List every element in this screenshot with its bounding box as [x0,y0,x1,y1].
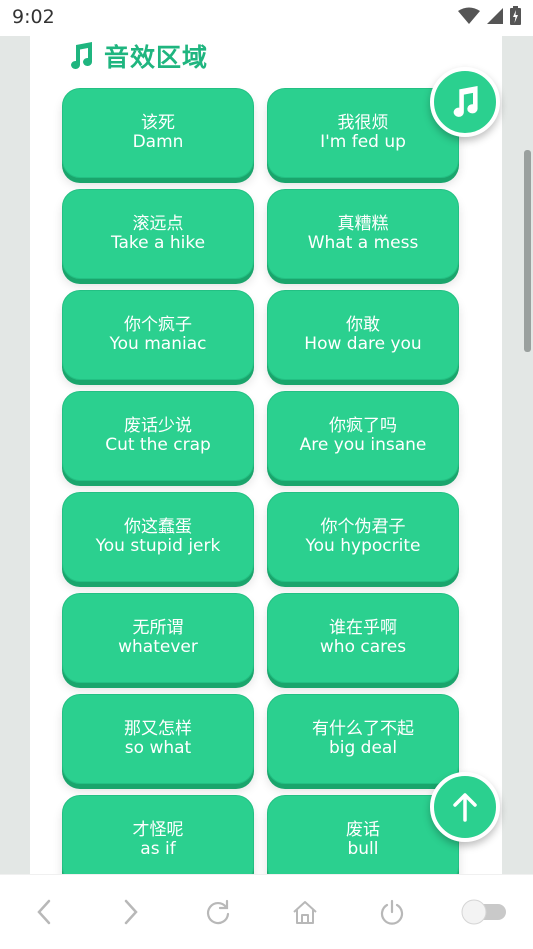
home-icon [293,901,317,924]
sound-label-cn: 你敢 [346,315,380,335]
scroll-top-button[interactable] [430,772,500,842]
forward-icon [124,899,138,925]
sound-button[interactable]: 你个伪君子 You hypocrite [267,492,459,582]
status-time: 9:02 [12,6,55,28]
sound-label-cn: 那又怎样 [124,719,192,739]
sound-label-en: whatever [118,637,198,657]
sound-label-cn: 你个伪君子 [320,517,406,537]
sound-effects-card: 音效区域 该死 Damn 我很烦 I'm fed up 滚远点 Take a hike 真糟… [30,36,502,874]
sound-label-en: Damn [132,132,184,152]
sound-label-en: I'm fed up [320,132,406,152]
section-header: 音效区域 [68,36,208,76]
sound-label-en: What a mess [307,233,419,253]
sound-label-cn: 有什么了不起 [312,719,414,739]
sound-label-en: bull [347,839,379,859]
signal-icon [487,7,503,24]
section-title: 音效区域 [104,43,209,72]
toggle-icon [461,899,507,925]
sound-label-cn: 该死 [141,113,175,133]
bottom-navigation [0,874,533,949]
sound-button[interactable]: 真糟糕 What a mess [267,189,459,279]
arrow-up-icon [453,793,477,822]
sound-label-cn: 你疯了吗 [329,416,397,436]
sound-button[interactable]: 该死 Damn [62,88,254,178]
sound-button[interactable]: 你个疯子 You maniac [62,290,254,380]
reload-icon [206,899,229,925]
sound-label-en: as if [140,839,176,859]
sound-label-cn: 废话少说 [124,416,192,436]
sound-label-en: Are you insane [299,435,427,455]
sound-button[interactable]: 谁在乎啊 who cares [267,593,459,683]
sound-label-en: so what [124,738,192,758]
back-icon [36,899,50,925]
back-button[interactable] [24,892,64,932]
scrollbar[interactable] [524,150,531,352]
sound-label-en: You hypocrite [305,536,421,556]
sound-label-en: Take a hike [110,233,206,253]
toggle-switch[interactable] [459,892,509,932]
status-bar: 9:02 [0,0,533,36]
sound-button[interactable]: 才怪呢 as if [62,795,254,874]
sound-button[interactable]: 你疯了吗 Are you insane [267,391,459,481]
home-button[interactable] [285,892,325,932]
sound-button[interactable]: 废话少说 Cut the crap [62,391,254,481]
sound-label-en: big deal [328,738,398,758]
sound-button[interactable]: 你敢 How dare you [267,290,459,380]
wifi-icon [458,7,480,24]
sound-button[interactable]: 那又怎样 so what [62,694,254,784]
sound-label-cn: 真糟糕 [337,214,389,234]
battery-icon [510,6,521,25]
sound-label-en: You stupid jerk [95,536,221,556]
sound-label-cn: 滚远点 [132,214,184,234]
sound-label-cn: 无所谓 [132,618,184,638]
sound-label-en: How dare you [304,334,422,354]
sound-label-cn: 废话 [346,820,380,840]
forward-button[interactable] [111,892,151,932]
sound-label-cn: 你个疯子 [124,315,192,335]
sound-label-en: You maniac [109,334,207,354]
sound-label-en: who cares [319,637,407,657]
sound-label-en: Cut the crap [105,435,211,455]
sound-button[interactable]: 滚远点 Take a hike [62,189,254,279]
music-note-icon [71,42,92,69]
power-icon [381,899,404,925]
music-fab-button[interactable] [430,67,500,137]
sound-button[interactable]: 有什么了不起 big deal [267,694,459,784]
sound-label-cn: 谁在乎啊 [329,618,397,638]
sound-label-cn: 你这蠢蛋 [124,517,192,537]
sound-button[interactable]: 你这蠢蛋 You stupid jerk [62,492,254,582]
status-icons [458,6,521,25]
sound-label-cn: 才怪呢 [132,820,184,840]
power-button[interactable] [372,892,412,932]
music-note-icon [453,86,478,117]
sound-button[interactable]: 无所谓 whatever [62,593,254,683]
reload-button[interactable] [198,892,238,932]
sound-label-cn: 我很烦 [337,113,389,133]
